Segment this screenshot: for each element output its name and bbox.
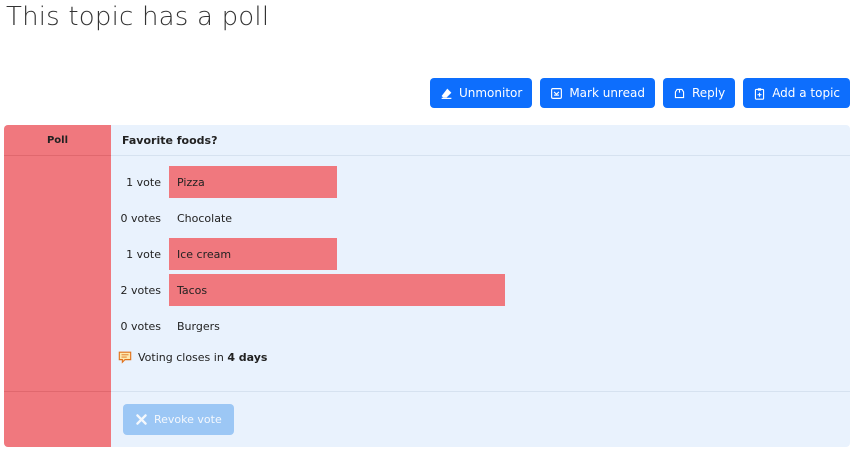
poll-option: 2 votes Tacos bbox=[111, 272, 850, 308]
poll-panel: Poll Favorite foods? 1 vote Pizza 0 votes C… bbox=[4, 125, 850, 447]
x-icon bbox=[135, 413, 148, 426]
poll-option-count: 0 votes bbox=[120, 319, 161, 333]
mark-unread-icon bbox=[550, 87, 563, 100]
poll-option-bar bbox=[169, 274, 505, 306]
clipboard-plus-icon bbox=[753, 87, 766, 100]
reply-button[interactable]: Reply bbox=[662, 78, 736, 108]
poll-option-bar-track: Ice cream bbox=[169, 238, 679, 270]
poll-option-bar-track: Pizza bbox=[169, 166, 679, 198]
poll-option-label: Ice cream bbox=[177, 247, 232, 261]
poll-option-label: Burgers bbox=[177, 319, 220, 333]
poll-option: 0 votes Burgers bbox=[111, 308, 850, 344]
poll-body: 1 vote Pizza 0 votes Chocolate 1 vote Ice cre… bbox=[111, 156, 850, 392]
poll-option: 0 votes Chocolate bbox=[111, 200, 850, 236]
poll-option-bar-track: Burgers bbox=[169, 310, 679, 342]
mark-unread-button[interactable]: Mark unread bbox=[540, 78, 655, 108]
eraser-icon bbox=[440, 87, 453, 100]
poll-question-text: Favorite foods? bbox=[122, 133, 218, 147]
poll-option-bar-track: Chocolate bbox=[169, 202, 679, 234]
unmonitor-button[interactable]: Unmonitor bbox=[429, 78, 533, 108]
voting-closes-value: 4 days bbox=[227, 350, 268, 364]
mark-unread-label: Mark unread bbox=[569, 86, 645, 100]
poll-option-label: Tacos bbox=[177, 283, 208, 297]
poll-option: 1 vote Pizza bbox=[111, 164, 850, 200]
reply-label: Reply bbox=[691, 86, 726, 100]
poll-question: Favorite foods? bbox=[111, 125, 850, 156]
topic-toolbar: Unmonitor Mark unread Reply Add a topic bbox=[429, 78, 850, 108]
reply-icon bbox=[673, 87, 686, 100]
poll-option-count: 1 vote bbox=[126, 247, 161, 261]
chat-bubble-icon bbox=[118, 350, 132, 364]
poll-option-bar-track: Tacos bbox=[169, 274, 679, 306]
add-topic-label: Add a topic bbox=[772, 86, 840, 100]
poll-option-label: Pizza bbox=[177, 175, 205, 189]
poll-footer: Revoke vote bbox=[111, 392, 850, 447]
add-topic-button[interactable]: Add a topic bbox=[743, 78, 850, 108]
page-title: This topic has a poll bbox=[6, 2, 270, 32]
poll-option: 1 vote Ice cream bbox=[111, 236, 850, 272]
poll-option-count: 2 votes bbox=[120, 283, 161, 297]
poll-option-count: 0 votes bbox=[120, 211, 161, 225]
voting-closes: Voting closes in 4 days bbox=[111, 350, 850, 364]
poll-side-body bbox=[4, 156, 111, 392]
poll-options: 1 vote Pizza 0 votes Chocolate 1 vote Ice cre… bbox=[111, 156, 850, 344]
unmonitor-label: Unmonitor bbox=[458, 86, 523, 100]
poll-option-count: 1 vote bbox=[126, 175, 161, 189]
poll-side-header: Poll bbox=[4, 125, 111, 156]
revoke-vote-button[interactable]: Revoke vote bbox=[123, 404, 234, 435]
voting-closes-prefix: Voting closes in bbox=[138, 350, 224, 364]
poll-side-label: Poll bbox=[46, 134, 69, 146]
revoke-vote-label: Revoke vote bbox=[154, 413, 222, 426]
poll-option-label: Chocolate bbox=[177, 211, 233, 225]
poll-side-footer bbox=[4, 392, 111, 447]
